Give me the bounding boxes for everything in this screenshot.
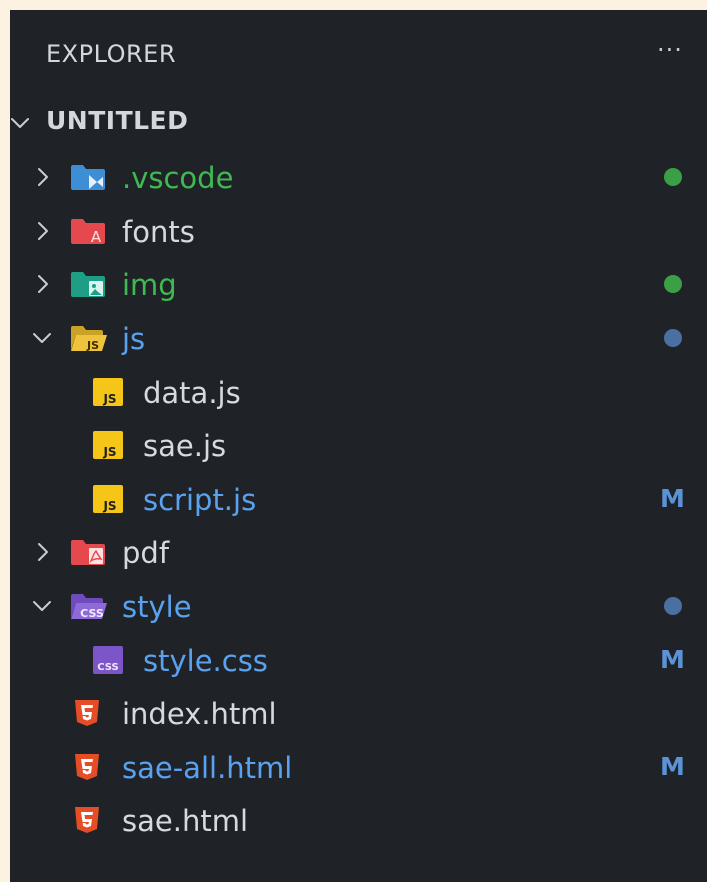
chevron-right-icon [30,272,54,296]
html-file-icon [72,753,110,781]
vscode-folder-icon [70,163,108,191]
tree-item-style-css[interactable]: CSS style.css M [10,634,707,686]
font-folder-icon: A [70,217,108,245]
svg-text:CSS: CSS [97,662,118,673]
css-file-icon: CSS [92,646,130,674]
tree-item-pdf[interactable]: pdf [10,526,707,578]
tree-item-sae-js[interactable]: JS sae.js [10,419,707,471]
svg-text:JS: JS [102,499,116,513]
tree-item-index-html[interactable]: index.html [10,687,707,739]
tree-item-script-js[interactable]: JS script.js M [10,473,707,525]
tree-item-label: script.js [143,483,257,517]
chevron-right-icon [30,219,54,243]
tree-item-sae-html[interactable]: sae.html [10,794,707,846]
tree-item-label: sae.js [143,429,227,463]
tree-item-js[interactable]: JS js [10,312,707,364]
explorer-title: EXPLORER [46,40,176,68]
js-folder-open-icon: JS [70,324,108,352]
chevron-down-icon [30,594,54,618]
chevron-right-icon [30,165,54,189]
modified-badge: M [660,645,685,674]
js-file-icon: JS [92,431,130,459]
chevron-down-icon [8,111,32,135]
pdf-folder-icon [70,538,108,566]
explorer-panel: EXPLORER ··· UNTITLED .vscode A fonts im… [10,10,707,882]
chevron-down-icon [30,326,54,350]
tree-item-label: style.css [143,644,268,678]
explorer-header: EXPLORER ··· [10,32,707,72]
tree-item-style[interactable]: CSS style [10,580,707,632]
root-folder-untitled[interactable]: UNTITLED [10,97,707,149]
svg-text:JS: JS [86,339,99,352]
tree-item-label: sae.html [122,804,248,838]
modified-badge: M [660,752,685,781]
tree-item-data-js[interactable]: JS data.js [10,366,707,418]
svg-text:JS: JS [102,392,116,406]
untracked-dot [664,275,682,293]
tree-item-label: fonts [122,215,195,249]
js-file-icon: JS [92,378,130,406]
tree-item-fonts[interactable]: A fonts [10,205,707,257]
tree-item-label: pdf [122,536,170,570]
tree-item-label: sae-all.html [122,751,293,785]
svg-text:CSS: CSS [80,607,104,620]
tree-item-label: js [122,322,146,356]
html-file-icon [72,806,110,834]
tree-item-label: index.html [122,697,277,731]
html-file-icon [72,699,110,727]
modified-badge: M [660,484,685,513]
tree-item-img[interactable]: img [10,258,707,310]
root-folder-label: UNTITLED [46,106,189,135]
css-folder-open-icon: CSS [70,592,108,620]
untracked-dot [664,168,682,186]
more-actions-button[interactable]: ··· [654,34,686,66]
tree-item-sae-all-html[interactable]: sae-all.html M [10,741,707,793]
js-file-icon: JS [92,485,130,513]
modified-contents-dot [664,329,682,347]
modified-contents-dot [664,597,682,615]
tree-item-label: .vscode [122,161,234,195]
svg-text:JS: JS [102,445,116,459]
svg-text:A: A [91,228,102,245]
images-folder-icon [70,270,108,298]
tree-item-label: style [122,590,192,624]
chevron-right-icon [30,540,54,564]
tree-item-label: img [122,268,177,302]
tree-item-vscode[interactable]: .vscode [10,151,707,203]
tree-item-label: data.js [143,376,241,410]
